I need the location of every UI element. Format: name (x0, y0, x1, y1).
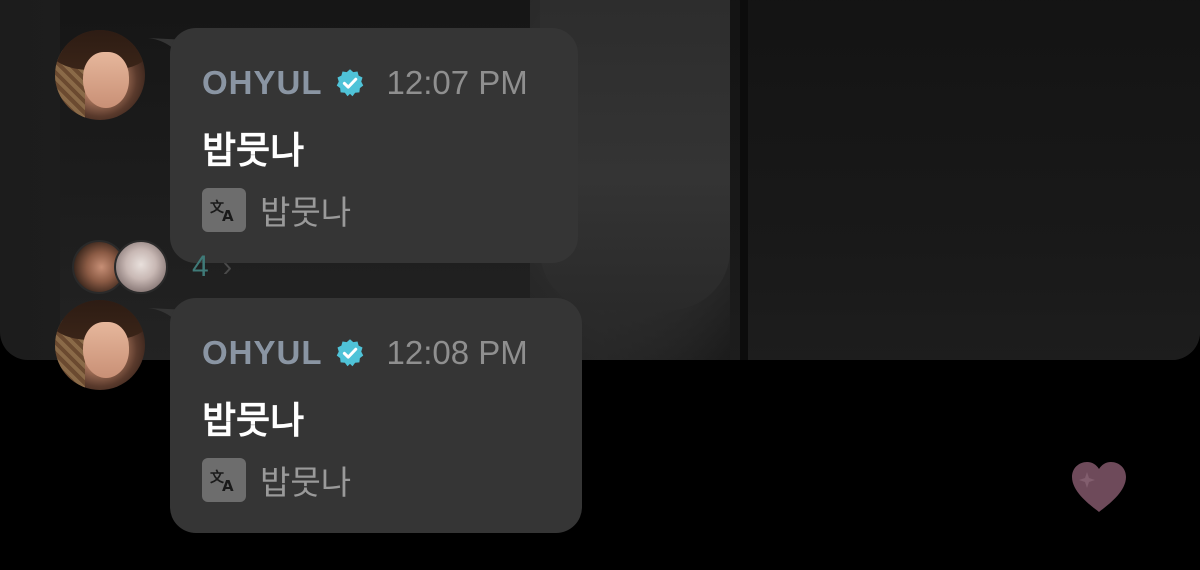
message-text: 밥뭇나 (202, 400, 305, 441)
translation-text: 밥뭇나 (260, 194, 352, 231)
message-bubble[interactable]: OHYUL 12:07 PM 밥뭇나 文 A 밥뭇나 (170, 28, 578, 263)
verified-badge-icon (336, 339, 363, 367)
reply-avatar (114, 240, 168, 294)
translate-icon[interactable]: 文 A (202, 458, 246, 502)
chat-screen: OHYUL 12:07 PM 밥뭇나 文 A 밥뭇나 4 › OHYUL 12:… (0, 0, 1200, 570)
sender-name[interactable]: OHYUL (202, 334, 323, 372)
chevron-right-icon: › (222, 251, 233, 282)
message-header: OHYUL 12:08 PM (202, 334, 528, 372)
message-header: OHYUL 12:07 PM (202, 64, 528, 102)
sender-avatar[interactable] (55, 30, 145, 120)
translation-text: 밥뭇나 (260, 464, 352, 501)
translate-icon[interactable]: 文 A (202, 188, 246, 232)
message-bubble[interactable]: OHYUL 12:08 PM 밥뭇나 文 A 밥뭇나 (170, 298, 582, 533)
sender-name[interactable]: OHYUL (202, 64, 323, 102)
svg-text:A: A (222, 477, 234, 493)
message-time: 12:08 PM (386, 334, 528, 371)
message-time: 12:07 PM (386, 64, 528, 101)
heart-icon[interactable] (1068, 458, 1130, 516)
message-text: 밥뭇나 (202, 130, 305, 171)
verified-badge-icon (336, 69, 363, 97)
svg-text:A: A (222, 207, 234, 223)
translation-row[interactable]: 文 A 밥뭇나 (202, 456, 351, 504)
thread-replies[interactable]: 4 › (72, 240, 232, 294)
sender-avatar[interactable] (55, 300, 145, 390)
reply-count: 4 (192, 250, 209, 283)
translation-row[interactable]: 文 A 밥뭇나 (202, 186, 351, 234)
